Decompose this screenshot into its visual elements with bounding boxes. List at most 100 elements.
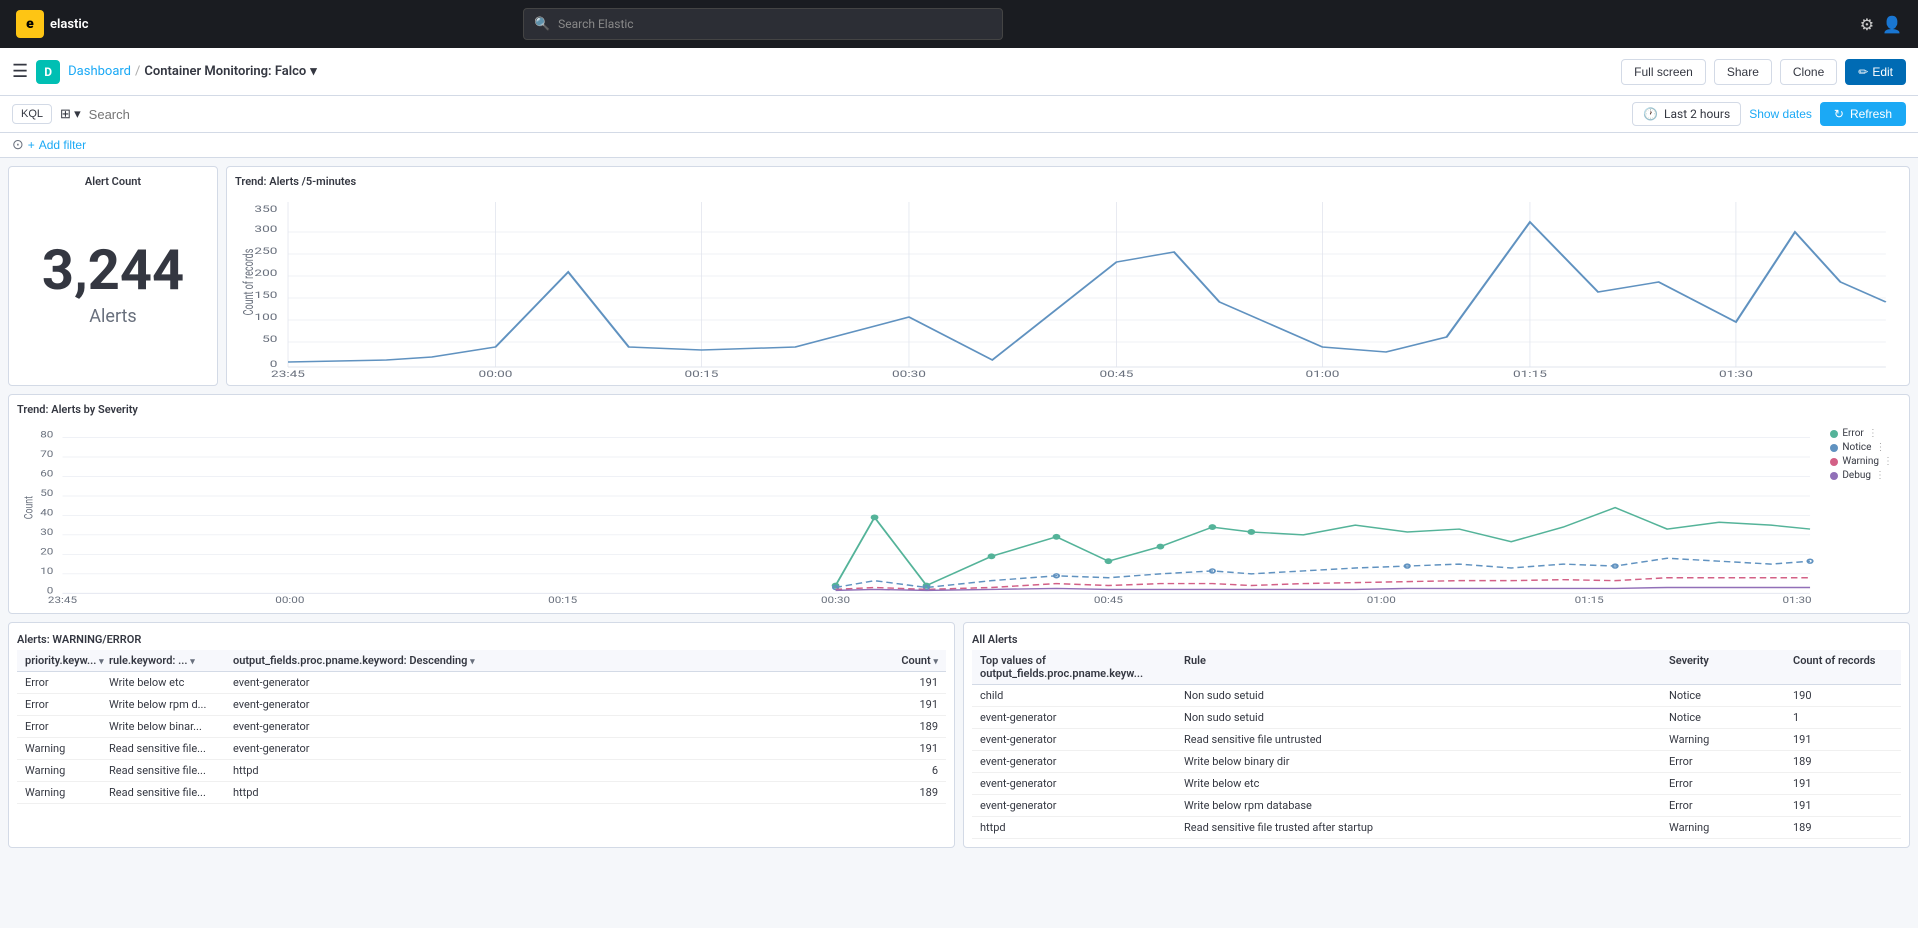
all-alerts-row: httpd Read sensitive file trusted after … [972,817,1901,839]
cell-topvalues-6: httpd [980,821,1180,834]
table-row: Error Write below binar... event-generat… [17,716,946,738]
cell-count-3: 189 [1793,755,1893,768]
svg-text:00:30: 00:30 [892,368,926,377]
priority-filter-icon[interactable]: ▾ [99,657,104,667]
col-count-header[interactable]: Count ▾ [878,654,938,667]
search-placeholder: Search Elastic [558,17,633,31]
warning-error-table-panel: Alerts: WARNING/ERROR priority.keyw... ▾… [8,622,955,848]
legend-warning-label: Warning [1842,456,1879,467]
cell-severity-1: Notice [1669,711,1789,724]
alert-count-title: Alert Count [85,175,141,188]
all-alerts-row: event-generator Write below etc Error 19… [972,773,1901,795]
cell-rule-2: Read sensitive file untrusted [1184,733,1665,746]
share-button[interactable]: Share [1714,59,1772,85]
severity-chart: 0 10 20 30 40 50 60 70 80 Count [17,420,1901,605]
col-priority-header[interactable]: priority.keyw... ▾ [25,654,105,667]
filter-right: 🕐 Last 2 hours Show dates ↻ Refresh [1632,102,1906,126]
show-dates-button[interactable]: Show dates [1749,107,1812,121]
time-filter[interactable]: 🕐 Last 2 hours [1632,102,1741,126]
legend-notice-label: Notice [1842,442,1871,453]
cell-count-3: 191 [878,742,938,755]
cell-count-4: 6 [878,764,938,777]
refresh-button[interactable]: ↻ Refresh [1820,102,1906,126]
legend-warning: Warning ⋮ [1830,456,1893,467]
all-alerts-row: event-generator Write below binary dir E… [972,751,1901,773]
filter-dropdown-icon[interactable]: ⊞ ▾ [60,107,81,122]
add-filter-button[interactable]: + Add filter [28,138,86,152]
all-alerts-row: child Non sudo setuid Notice 190 [972,685,1901,707]
svg-text:00:15: 00:15 [548,595,577,605]
alert-count-label: Alerts [89,306,136,327]
col-output-header[interactable]: output_fields.proc.pname.keyword: Descen… [233,654,874,667]
clone-button[interactable]: Clone [1780,59,1837,85]
cell-rule-6: Read sensitive file trusted after startu… [1184,821,1665,834]
legend-error-menu[interactable]: ⋮ [1868,428,1878,439]
cell-count-4: 191 [1793,777,1893,790]
col-rule-header[interactable]: rule.keyword: ... ▾ [109,654,229,667]
cell-rule-2: Write below binar... [109,720,229,733]
cell-severity-2: Warning [1669,733,1789,746]
svg-text:00:00: 00:00 [275,595,304,605]
cell-count-6: 189 [1793,821,1893,834]
trend-alerts-chart: 0 50 100 150 200 250 300 350 Count of re… [235,192,1901,377]
severity-svg: 0 10 20 30 40 50 60 70 80 Count [17,420,1901,605]
trend-alerts-svg: 0 50 100 150 200 250 300 350 Count of re… [235,192,1901,377]
breadcrumb: Dashboard / Container Monitoring: Falco … [68,64,317,79]
hamburger-menu[interactable]: ☰ [12,61,28,82]
table-row: Warning Read sensitive file... httpd 6 [17,760,946,782]
cell-count-2: 191 [1793,733,1893,746]
top-nav-right: ⚙ 👤 [1860,15,1902,34]
svg-text:01:00: 01:00 [1305,368,1339,377]
svg-text:01:15: 01:15 [1575,595,1604,605]
col-countrecords-header: Count of records [1793,654,1893,680]
kql-button[interactable]: KQL [12,104,52,124]
svg-text:01:00: 01:00 [1367,595,1396,605]
cell-count-0: 190 [1793,689,1893,702]
all-alerts-row: event-generator Read sensitive file untr… [972,729,1901,751]
breadcrumb-current[interactable]: Container Monitoring: Falco ▾ [144,64,316,79]
global-search-bar[interactable]: 🔍 Search Elastic [523,8,1003,40]
user-icon[interactable]: 👤 [1882,15,1902,34]
legend-error-label: Error [1842,428,1863,439]
warning-error-title: Alerts: WARNING/ERROR [17,631,946,650]
cell-topvalues-4: event-generator [980,777,1180,790]
cell-rule-1: Non sudo setuid [1184,711,1665,724]
col-severity-header: Severity [1669,654,1789,680]
svg-text:150: 150 [254,289,277,300]
rule-filter-icon[interactable]: ▾ [190,657,195,667]
cell-count-5: 191 [1793,799,1893,812]
cell-output-4: httpd [233,764,874,777]
output-filter-icon[interactable]: ▾ [470,657,475,667]
plus-icon: + [28,138,35,152]
svg-text:350: 350 [254,203,277,214]
svg-text:200: 200 [254,267,277,278]
fullscreen-button[interactable]: Full screen [1621,59,1706,85]
count-filter-icon[interactable]: ▾ [933,657,938,667]
legend-debug-menu[interactable]: ⋮ [1875,470,1885,481]
cell-output-5: httpd [233,786,874,799]
all-alerts-header: Top values of output_fields.proc.pname.k… [972,650,1901,685]
edit-button[interactable]: ✏ Edit [1845,59,1906,85]
search-input[interactable] [89,107,1624,122]
severity-panel: Trend: Alerts by Severity 0 10 20 30 40 … [8,394,1910,614]
legend-debug: Debug ⋮ [1830,470,1893,481]
cell-output-0: event-generator [233,676,874,689]
table-row: Warning Read sensitive file... event-gen… [17,738,946,760]
settings-icon[interactable]: ⚙ [1860,15,1874,34]
legend-notice-menu[interactable]: ⋮ [1875,442,1885,453]
refresh-icon: ↻ [1834,107,1844,121]
svg-text:01:15: 01:15 [1513,368,1548,377]
svg-text:60: 60 [40,468,53,479]
table-header: priority.keyw... ▾ rule.keyword: ... ▾ o… [17,650,946,672]
cell-count-2: 189 [878,720,938,733]
trend-alerts-panel: Trend: Alerts /5-minutes 0 50 100 150 20… [226,166,1910,386]
elastic-logo[interactable]: e elastic [16,10,89,38]
legend-warning-menu[interactable]: ⋮ [1883,456,1893,467]
table-row: Warning Read sensitive file... httpd 189 [17,782,946,804]
all-alerts-row: event-generator Write below rpm database… [972,795,1901,817]
all-alerts-row: event-generator Non sudo setuid Notice 1 [972,707,1901,729]
second-navigation: ☰ D Dashboard / Container Monitoring: Fa… [0,48,1918,96]
nav-right-buttons: Full screen Share Clone ✏ Edit [1621,59,1906,85]
breadcrumb-parent[interactable]: Dashboard [68,64,131,79]
cell-count-1: 1 [1793,711,1893,724]
